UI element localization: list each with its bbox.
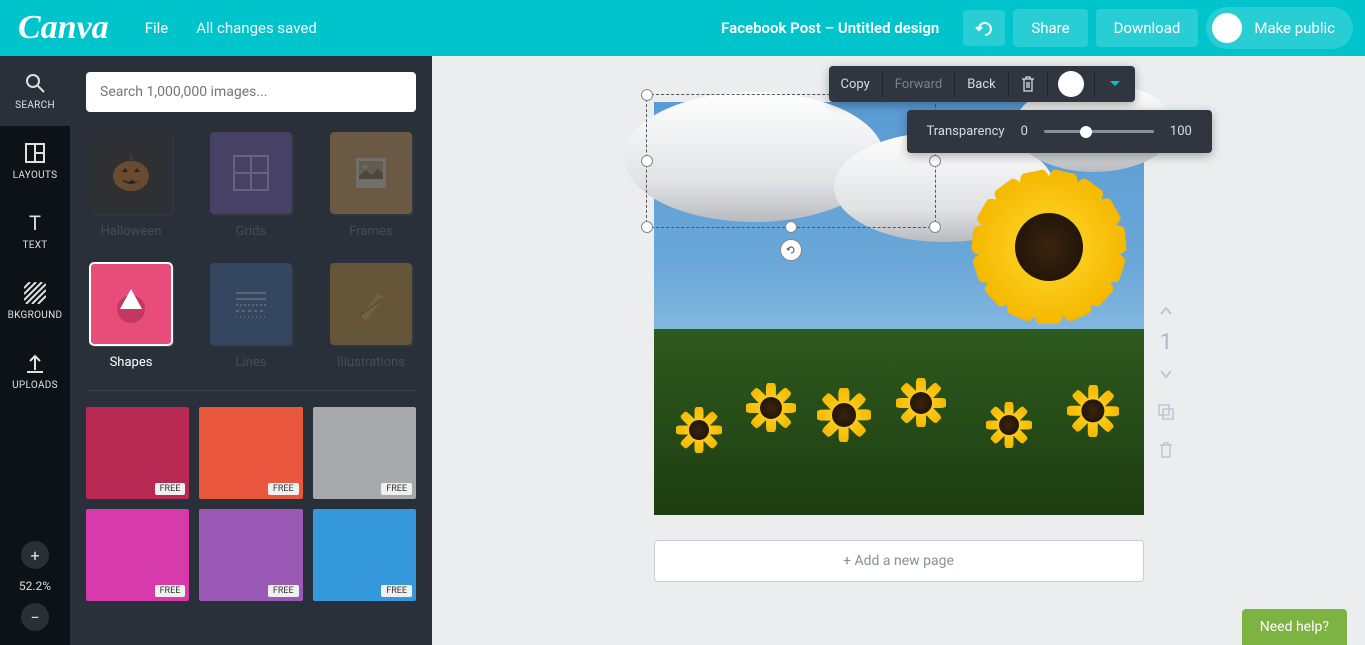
transparency-slider[interactable] bbox=[1044, 130, 1154, 133]
zoom-value: 52.2% bbox=[19, 579, 51, 593]
rail-search[interactable]: SEARCH bbox=[0, 56, 70, 126]
context-copy[interactable]: Copy bbox=[829, 67, 882, 102]
zoom-out-button[interactable]: − bbox=[21, 603, 49, 631]
category-illustrations[interactable]: Illustrations bbox=[326, 263, 416, 370]
slider-thumb[interactable] bbox=[1080, 126, 1092, 138]
text-icon: T bbox=[24, 212, 46, 234]
search-icon bbox=[24, 72, 46, 94]
category-shapes[interactable]: Shapes bbox=[86, 263, 176, 370]
page-number: 1 bbox=[1160, 330, 1172, 355]
shape-swatch[interactable]: FREE bbox=[313, 407, 416, 499]
rail-label: SEARCH bbox=[15, 100, 55, 111]
page-up-icon[interactable] bbox=[1159, 306, 1173, 316]
category-lines[interactable]: Lines bbox=[206, 263, 296, 370]
category-halloween[interactable]: Halloween bbox=[86, 132, 176, 239]
rail-uploads[interactable]: UPLOADS bbox=[0, 336, 70, 406]
transparency-max: 100 bbox=[1170, 124, 1192, 139]
resize-handle[interactable] bbox=[641, 155, 653, 167]
resize-handle[interactable] bbox=[641, 221, 653, 233]
undo-button[interactable] bbox=[963, 10, 1005, 46]
page-down-icon[interactable] bbox=[1159, 369, 1173, 379]
rail-label: BKGROUND bbox=[8, 310, 63, 321]
page-controls: 1 bbox=[1157, 306, 1175, 459]
shape-swatch[interactable]: FREE bbox=[199, 509, 302, 601]
background-icon bbox=[24, 282, 46, 304]
trash-icon bbox=[1021, 76, 1035, 92]
rotate-icon bbox=[785, 244, 797, 256]
context-forward[interactable]: Forward bbox=[883, 67, 954, 102]
make-public-button[interactable]: Make public bbox=[1206, 7, 1353, 49]
rail-text[interactable]: T TEXT bbox=[0, 196, 70, 266]
zoom-in-button[interactable]: + bbox=[21, 541, 49, 569]
layouts-icon bbox=[24, 142, 46, 164]
canvas-area: Copy Forward Back Transparency 0 100 bbox=[432, 56, 1365, 645]
category-grids[interactable]: Grids bbox=[206, 132, 296, 239]
svg-text:T: T bbox=[29, 212, 41, 234]
selection-box[interactable] bbox=[646, 94, 936, 228]
file-menu[interactable]: File bbox=[135, 13, 179, 43]
rail-label: TEXT bbox=[22, 240, 47, 251]
avatar bbox=[1212, 13, 1242, 43]
transparency-min: 0 bbox=[1021, 124, 1028, 139]
shape-swatch[interactable]: FREE bbox=[86, 509, 189, 601]
resize-handle[interactable] bbox=[929, 155, 941, 167]
context-delete[interactable] bbox=[1009, 66, 1047, 102]
delete-page-icon[interactable] bbox=[1158, 441, 1174, 459]
search-input[interactable] bbox=[86, 72, 416, 112]
rotate-handle[interactable] bbox=[780, 239, 802, 261]
transparency-label: Transparency bbox=[927, 124, 1005, 139]
rail-label: UPLOADS bbox=[12, 380, 58, 391]
category-frames[interactable]: Frames bbox=[326, 132, 416, 239]
design-canvas[interactable] bbox=[654, 102, 1144, 515]
save-status: All changes saved bbox=[196, 19, 317, 37]
uploads-icon bbox=[24, 352, 46, 374]
rail-background[interactable]: BKGROUND bbox=[0, 266, 70, 336]
shape-swatch[interactable]: FREE bbox=[313, 509, 416, 601]
left-rail: SEARCH LAYOUTS T TEXT BKGROUND UPLOADS +… bbox=[0, 56, 70, 645]
rail-layouts[interactable]: LAYOUTS bbox=[0, 126, 70, 196]
resize-handle[interactable] bbox=[641, 89, 653, 101]
context-color[interactable] bbox=[1058, 71, 1084, 97]
help-button[interactable]: Need help? bbox=[1242, 609, 1347, 645]
context-back[interactable]: Back bbox=[955, 67, 1008, 102]
search-panel: Halloween Grids Frames Shapes Lines Illu… bbox=[70, 56, 432, 645]
transparency-panel: Transparency 0 100 bbox=[907, 110, 1212, 153]
add-page-button[interactable]: + Add a new page bbox=[654, 540, 1144, 582]
topbar: Canva File All changes saved Facebook Po… bbox=[0, 0, 1365, 56]
copy-page-icon[interactable] bbox=[1157, 403, 1175, 421]
make-public-label: Make public bbox=[1254, 19, 1335, 37]
rail-label: LAYOUTS bbox=[13, 170, 58, 181]
shape-swatch[interactable]: FREE bbox=[86, 407, 189, 499]
context-more[interactable] bbox=[1095, 70, 1135, 98]
download-button[interactable]: Download bbox=[1096, 9, 1199, 47]
resize-handle[interactable] bbox=[929, 221, 941, 233]
context-toolbar: Copy Forward Back bbox=[829, 66, 1135, 102]
resize-handle[interactable] bbox=[785, 221, 797, 233]
document-title[interactable]: Facebook Post – Untitled design bbox=[721, 19, 939, 37]
canva-logo[interactable]: Canva bbox=[18, 9, 109, 47]
shape-swatch[interactable]: FREE bbox=[199, 407, 302, 499]
share-button[interactable]: Share bbox=[1013, 9, 1087, 47]
chevron-down-icon bbox=[1109, 80, 1121, 88]
